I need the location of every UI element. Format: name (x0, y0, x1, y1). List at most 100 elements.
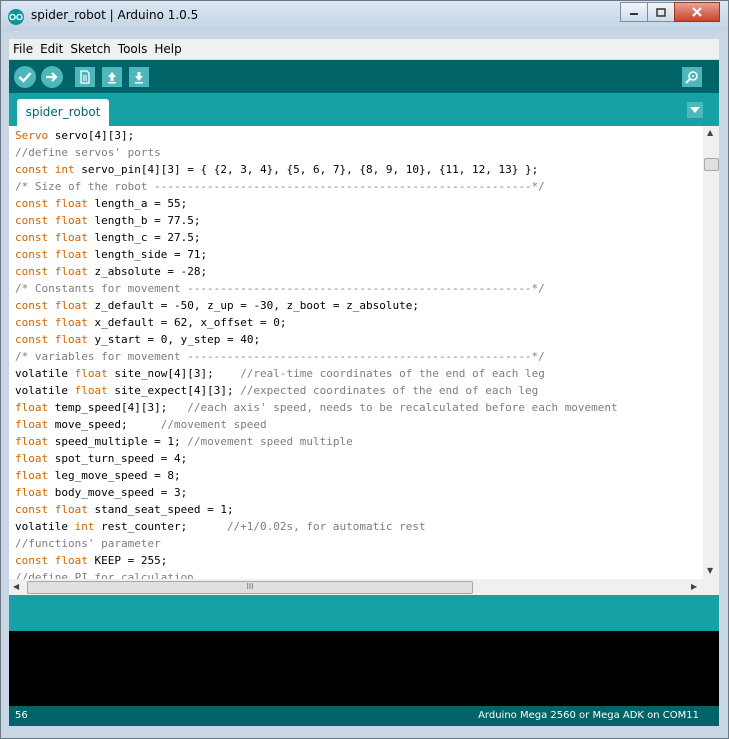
verify-icon[interactable] (14, 66, 36, 88)
code-keyword: float (74, 384, 108, 397)
scroll-corner (703, 579, 719, 595)
code-keyword: const (15, 248, 49, 261)
code-line[interactable]: volatile int rest_counter; //+1/0.02s, f… (15, 518, 618, 535)
code-token: site_expect[4][3]; (107, 384, 241, 397)
board-port-label: Arduino Mega 2560 or Mega ADK on COM11 (478, 710, 699, 721)
code-line[interactable]: const int servo_pin[4][3] = { {2, 3, 4},… (15, 161, 618, 178)
console-output[interactable] (9, 631, 719, 706)
code-line[interactable]: volatile float site_expect[4][3]; //expe… (15, 382, 618, 399)
code-line[interactable]: const float length_c = 27.5; (15, 229, 618, 246)
code-token: z_absolute = -28; (87, 265, 208, 278)
menu-help[interactable]: Help (150, 39, 184, 56)
code-line[interactable]: const float length_b = 77.5; (15, 212, 618, 229)
code-comment: //define servos' ports (15, 146, 161, 159)
code-line[interactable]: float body_move_speed = 3; (15, 484, 618, 501)
code-token: z_default = -50, z_up = -30, z_boot = z_… (87, 299, 420, 312)
code-comment: //expected coordinates of the end of eac… (240, 384, 539, 397)
scroll-right-icon[interactable]: ▶ (691, 582, 697, 591)
save-icon[interactable] (129, 67, 149, 87)
code-keyword: const (15, 163, 49, 176)
chevron-down-icon[interactable] (687, 102, 703, 118)
code-comment: /* Size of the robot -------------------… (15, 180, 545, 193)
code-line[interactable]: float temp_speed[4][3]; //each axis' spe… (15, 399, 618, 416)
code-line[interactable]: const float KEEP = 255; (15, 552, 618, 569)
code-line[interactable]: //define servos' ports (15, 144, 618, 161)
line-number: 56 (15, 710, 28, 721)
code-keyword: float (54, 197, 88, 210)
code-line[interactable]: float move_speed; //movement speed (15, 416, 618, 433)
code-keyword: float (15, 486, 49, 499)
scroll-down-icon[interactable]: ▼ (707, 566, 713, 575)
code-token: length_a = 55; (87, 197, 188, 210)
arduino-logo-icon (8, 9, 24, 25)
code-token: x_default = 62, x_offset = 0; (87, 316, 287, 329)
title-bar[interactable]: spider_robot | Arduino 1.0.5 (1, 1, 728, 31)
horizontal-scroll-thumb[interactable]: lll (27, 581, 473, 594)
code-line[interactable]: /* Size of the robot -------------------… (15, 178, 618, 195)
code-keyword: int (74, 520, 95, 533)
code-line[interactable]: const float length_a = 55; (15, 195, 618, 212)
code-keyword: float (15, 452, 49, 465)
open-icon[interactable] (102, 67, 122, 87)
vertical-scrollbar[interactable]: ▲ ▼ (703, 126, 719, 579)
code-line[interactable]: //functions' parameter (15, 535, 618, 552)
code-token: volatile (15, 367, 75, 380)
code-line[interactable]: const float z_absolute = -28; (15, 263, 618, 280)
menu-edit[interactable]: Edit (36, 39, 66, 56)
horizontal-scrollbar[interactable]: ◀ lll ▶ (9, 579, 703, 595)
serial-monitor-icon[interactable] (682, 67, 702, 87)
code-comment: //real-time coordinates of the end of ea… (240, 367, 545, 380)
window-controls (620, 2, 720, 22)
toolbar (9, 60, 719, 93)
code-comment: /* variables for movement --------------… (15, 350, 545, 363)
code-line[interactable]: const float stand_seat_speed = 1; (15, 501, 618, 518)
code-keyword: const (15, 554, 49, 567)
close-icon[interactable] (674, 2, 720, 22)
code-keyword: float (54, 316, 88, 329)
code-line[interactable]: const float z_default = -50, z_up = -30,… (15, 297, 618, 314)
maximize-icon[interactable] (647, 2, 675, 22)
code-comment: //functions' parameter (15, 537, 161, 550)
scroll-left-icon[interactable]: ◀ (13, 582, 19, 591)
code-line[interactable]: Servo servo[4][3]; (15, 127, 618, 144)
code-keyword: const (15, 214, 49, 227)
code-text[interactable]: Servo servo[4][3]; //define servos' ports… (15, 127, 618, 579)
scroll-up-icon[interactable]: ▲ (707, 128, 713, 137)
menu-file[interactable]: File (9, 39, 36, 56)
code-keyword: const (15, 503, 49, 516)
tab-strip: spider_robot (9, 93, 719, 126)
code-editor[interactable]: Servo servo[4][3]; //define servos' ports… (9, 126, 703, 579)
code-line[interactable]: //define PI for calculation (15, 569, 618, 579)
code-line[interactable]: const float x_default = 62, x_offset = 0… (15, 314, 618, 331)
code-keyword: const (15, 231, 49, 244)
code-token: volatile (15, 384, 75, 397)
code-keyword: float (54, 265, 88, 278)
code-line[interactable]: /* variables for movement --------------… (15, 348, 618, 365)
window-title: spider_robot | Arduino 1.0.5 (31, 8, 199, 22)
menu-tools[interactable]: Tools (114, 39, 151, 56)
code-line[interactable]: volatile float site_now[4][3]; //real-ti… (15, 365, 618, 382)
upload-icon[interactable] (41, 66, 63, 88)
minimize-icon[interactable] (620, 2, 648, 22)
code-token: y_start = 0, y_step = 40; (87, 333, 261, 346)
code-keyword: float (54, 503, 88, 516)
code-token: length_b = 77.5; (87, 214, 201, 227)
code-comment: //each axis' speed, needs to be recalcul… (187, 401, 618, 414)
menu-sketch[interactable]: Sketch (66, 39, 113, 56)
code-line[interactable]: /* Constants for movement --------------… (15, 280, 618, 297)
code-line[interactable]: const float length_side = 71; (15, 246, 618, 263)
code-line[interactable]: float spot_turn_speed = 4; (15, 450, 618, 467)
tab-spider-robot[interactable]: spider_robot (17, 99, 109, 126)
code-line[interactable]: const float y_start = 0, y_step = 40; (15, 331, 618, 348)
code-line[interactable]: float leg_move_speed = 8; (15, 467, 618, 484)
new-icon[interactable] (75, 67, 95, 87)
code-line[interactable]: float speed_multiple = 1; //movement spe… (15, 433, 618, 450)
vertical-scroll-thumb[interactable] (704, 158, 719, 171)
